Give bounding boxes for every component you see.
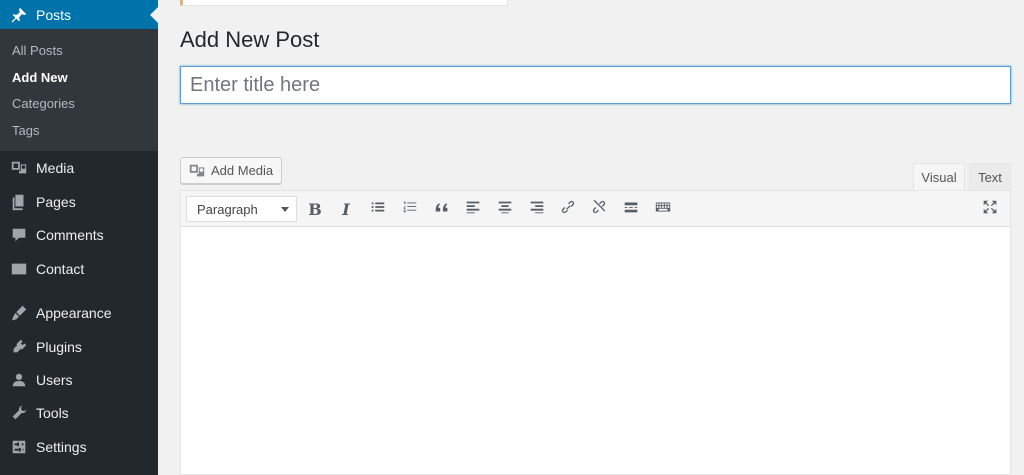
menu-label: Media [36,160,75,176]
fullscreen-button[interactable] [978,197,1002,221]
menu-item-users[interactable]: Users [0,363,158,397]
menu-label: Pages [36,194,76,210]
menu-label: Posts [36,6,72,23]
pin-icon [9,5,29,25]
format-select[interactable]: Paragraph [186,196,297,222]
submenu-tags[interactable]: Tags [12,123,39,138]
read-more-button[interactable] [619,197,643,221]
menu-item-settings[interactable]: Settings [0,430,158,464]
wrench-icon [9,403,29,423]
page-title: Add New Post [180,27,320,52]
post-title-input[interactable] [180,66,1011,104]
current-menu-arrow [150,7,158,23]
chevron-down-icon [281,207,289,212]
menu-item-posts[interactable]: Posts [0,0,158,29]
numbered-list-button[interactable] [398,197,422,221]
menu-label: Appearance [36,305,112,321]
menu-item-contact[interactable]: Contact [0,252,158,286]
menu-label: Comments [36,227,104,243]
italic-icon: I [342,199,350,219]
menu-label: Users [36,372,73,388]
menu-item-comments[interactable]: Comments [0,218,158,252]
align-center-icon [496,198,514,221]
bold-button[interactable]: B [303,197,327,221]
format-select-value: Paragraph [197,201,258,217]
tab-visual[interactable]: Visual [913,163,965,190]
user-icon [9,370,29,390]
menu-label: Plugins [36,339,82,355]
toolbar-toggle-button[interactable] [651,197,675,221]
add-media-button[interactable]: Add Media [180,157,282,184]
insert-link-button[interactable] [556,197,580,221]
blockquote-icon [433,198,451,221]
menu-item-tools[interactable]: Tools [0,396,158,430]
menu-item-pages[interactable]: Pages [0,185,158,219]
align-right-button[interactable] [525,197,549,221]
toolbar-toggle-icon [654,198,672,221]
paintbrush-icon [9,303,29,323]
bulleted-list-button[interactable] [366,197,390,221]
read-more-icon [622,198,640,221]
submenu-categories[interactable]: Categories [12,96,75,111]
bulleted-list-icon [369,198,387,221]
align-right-icon [528,198,546,221]
menu-item-media[interactable]: Media [0,151,158,185]
menu-item-plugins[interactable]: Plugins [0,330,158,364]
submenu-add-new[interactable]: Add New [12,70,68,85]
align-left-icon [464,198,482,221]
italic-button[interactable]: I [334,197,358,221]
editor-toolbar: Paragraph B I [181,191,1010,227]
admin-sidebar: Posts All Posts Add New Categories Tags … [0,0,158,475]
remove-link-button[interactable] [587,197,611,221]
comments-icon [9,225,29,245]
blockquote-button[interactable] [430,197,454,221]
align-left-button[interactable] [461,197,485,221]
menu-label: Tools [36,405,69,421]
menu-label: Contact [36,261,85,277]
post-editor: Paragraph B I [180,190,1011,475]
add-media-label: Add Media [211,163,274,178]
notice-box [180,0,508,6]
settings-icon [9,437,29,457]
fullscreen-icon [981,198,999,221]
align-center-button[interactable] [493,197,517,221]
mail-icon [9,259,29,279]
numbered-list-icon [401,198,419,221]
media-icon [9,158,29,178]
link-icon [559,198,577,221]
pages-icon [9,192,29,212]
menu-label: Settings [36,439,87,455]
submenu-all-posts[interactable]: All Posts [12,43,63,58]
tab-text[interactable]: Text [969,163,1011,190]
menu-item-appearance[interactable]: Appearance [0,296,158,330]
plugin-icon [9,337,29,357]
posts-submenu: All Posts Add New Categories Tags [0,29,158,151]
editor-content-area[interactable] [181,227,1010,474]
media-icon [188,162,206,180]
bold-icon: B [308,199,322,219]
unlink-icon [590,198,608,221]
